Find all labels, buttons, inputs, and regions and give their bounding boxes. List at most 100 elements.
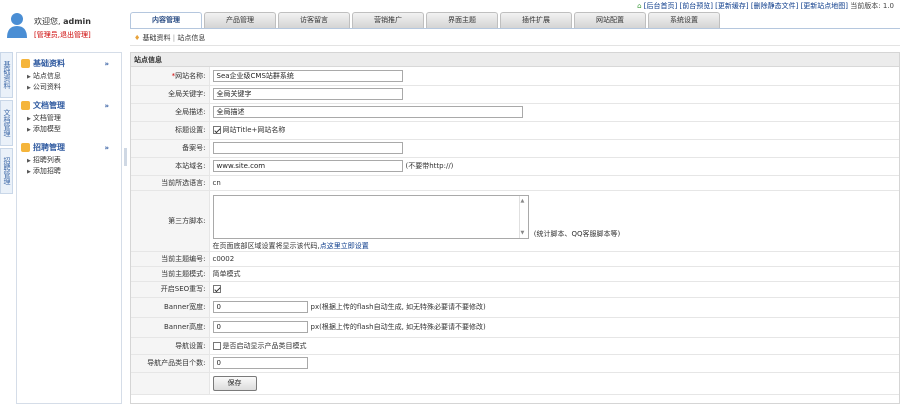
third-party-note-text: 在页面底部区域设置将显示该代码, (212, 241, 320, 250)
form-row-template-code: 当前主题编号: c0002 (131, 251, 899, 267)
form-label: 当前主题编号: (131, 251, 210, 267)
sidebar-item-label: 文档管理 (32, 114, 61, 122)
vtab-documents[interactable]: 文档管理 (0, 100, 13, 146)
clear-files-link[interactable]: [删除静态文件] (751, 2, 798, 10)
tab-system-settings[interactable]: 系统设置 (648, 12, 720, 28)
keywords-input[interactable]: 全局关键字 (212, 88, 403, 100)
user-panel: 欢迎您, admin [管理员,退出管理] (0, 6, 128, 46)
form-value: Sea企业级CMS站群系统 (209, 67, 899, 86)
save-button[interactable]: 保存 (212, 375, 257, 391)
sidebar-item-job-list[interactable]: ▶ 招聘列表 (17, 155, 121, 166)
collapse-icon[interactable]: » (104, 99, 109, 113)
form-row-nav-setting: 导航设置: 是否启动显示产品类目模式 (131, 337, 899, 355)
bullet-icon: ▶ (27, 85, 31, 91)
sidebar-group-header[interactable]: 招聘管理 » (17, 141, 121, 155)
sidebar-item-add-model[interactable]: ▶ 添加模型 (17, 124, 121, 135)
sidebar-splitter[interactable] (124, 148, 127, 166)
form-actions: 保存 (209, 372, 899, 395)
icp-input[interactable] (212, 142, 403, 154)
bullet-icon: ▶ (27, 127, 31, 133)
sidebar: 基础资料 » ▶ 站点信息 ▶ 公司资料 文档管理 » ▶ 文档管理 ▶ 添加模型 招聘… (16, 52, 122, 404)
form-label: 第三方脚本: (131, 190, 210, 252)
tab-marketing[interactable]: 营销推广 (352, 12, 424, 28)
seo-rewrite-checkbox[interactable] (212, 285, 221, 293)
tab-site-config[interactable]: 网站配置 (574, 12, 646, 28)
tab-plugins[interactable]: 插件扩展 (500, 12, 572, 28)
third-party-hint: (统计脚本、QQ客服脚本等) (533, 229, 621, 238)
vtab-basic-info[interactable]: 基础资料 (0, 52, 13, 98)
sidebar-group-title: 招聘管理 (33, 143, 65, 152)
sidebar-group-header[interactable]: 文档管理 » (17, 99, 121, 113)
domain-hint: (不要带http://) (405, 162, 454, 170)
banner-width-hint: px(根据上传的flash自动生成, 如无特殊必要请不要修改) (310, 303, 486, 311)
domain-input[interactable]: www.site.com (212, 160, 403, 172)
tab-products[interactable]: 产品管理 (204, 12, 276, 28)
form-row-third-party: 第三方脚本: ▲ ▼ (统计脚本、QQ客服脚本等) 在页面底部区域设置将显示该代… (131, 190, 899, 252)
site-name-input[interactable]: Sea企业级CMS站群系统 (212, 69, 403, 82)
vtab-recruitment[interactable]: 招聘管理 (0, 148, 13, 194)
sidebar-item-label: 公司资料 (32, 83, 61, 91)
form-label: 导航产品类目个数: (131, 354, 210, 373)
form-label: 导航设置: (131, 337, 210, 355)
scroll-up-icon[interactable]: ▲ (521, 198, 525, 204)
textarea-scrollbar[interactable]: ▲ ▼ (518, 195, 528, 238)
form-value: 是否启动显示产品类目模式 (209, 337, 899, 355)
form-label: 标题设置: (131, 121, 210, 140)
folder-icon (21, 143, 30, 152)
role-logout-links[interactable]: [管理员,退出管理] (34, 31, 91, 39)
home-icon: ⌂ (637, 2, 642, 10)
form-value: ▲ ▼ (统计脚本、QQ客服脚本等) 在页面底部区域设置将显示该代码,点这里立即… (209, 190, 899, 252)
sidebar-group-header[interactable]: 基础资料 » (17, 57, 121, 71)
update-sitemap-link[interactable]: [更新站点地图] (801, 2, 848, 10)
form-label: 本站域名: (131, 157, 210, 176)
banner-height-input[interactable]: 0 (212, 321, 308, 333)
nav-setting-checkbox[interactable] (212, 341, 221, 350)
subnav-basic-info[interactable]: 基础资料 (143, 34, 171, 42)
form-label: 当前主题模式: (131, 266, 210, 282)
form-row-actions: 保存 (131, 372, 899, 395)
subnav-site-info[interactable]: 站点信息 (177, 34, 205, 42)
form-value (209, 139, 899, 158)
banner-width-input[interactable]: 0 (212, 301, 308, 313)
title-setting-option: 网站Title+网站名称 (222, 126, 286, 134)
collapse-icon[interactable]: » (104, 141, 109, 155)
form-row-keywords: 全局关键字: 全局关键字 (131, 85, 899, 104)
site-preview-link[interactable]: [前台预览] (679, 2, 712, 10)
update-cache-link[interactable]: [更新缓存] (715, 2, 748, 10)
form-row-seo: 开启SEO重写: (131, 281, 899, 298)
tab-guestbook[interactable]: 访客留言 (278, 12, 350, 28)
nav-setting-option: 是否启动显示产品类目模式 (222, 341, 307, 350)
third-party-script-textarea[interactable]: ▲ ▼ (212, 194, 529, 239)
sidebar-item-site-info[interactable]: ▶ 站点信息 (17, 71, 121, 82)
sidebar-group-basic: 基础资料 » ▶ 站点信息 ▶ 公司资料 (17, 53, 121, 95)
nav-count-input[interactable]: 0 (212, 357, 308, 369)
form-label: 全局描述: (131, 103, 210, 122)
breadcrumb: ♦ 基础资料 | 站点信息 (134, 33, 205, 43)
form-value: 网站Title+网站名称 (209, 121, 899, 140)
sidebar-item-add-job[interactable]: ▶ 添加招聘 (17, 166, 121, 177)
tab-content[interactable]: 内容管理 (130, 12, 202, 28)
template-code-value: c0002 (209, 251, 899, 267)
sidebar-item-company-info[interactable]: ▶ 公司资料 (17, 82, 121, 93)
form-label: Banner宽度: (131, 297, 210, 318)
tab-themes[interactable]: 界面主题 (426, 12, 498, 28)
form-label: 全局关键字: (131, 85, 210, 104)
sidebar-item-label: 招聘列表 (32, 156, 61, 164)
site-info-panel: 站点信息 *网站名称: Sea企业级CMS站群系统 全局关键字: 全局关键字 全… (130, 52, 900, 404)
user-links[interactable]: [管理员,退出管理] (34, 30, 91, 40)
title-setting-checkbox[interactable] (212, 126, 221, 134)
bullet-icon: ▶ (27, 158, 31, 164)
scroll-down-icon[interactable]: ▼ (521, 230, 525, 236)
admin-home-link[interactable]: [后台首页] (644, 2, 677, 10)
sidebar-group-title: 基础资料 (33, 59, 65, 68)
form-row-template-mode: 当前主题模式: 简单模式 (131, 266, 899, 282)
form-row-description: 全局描述: 全局描述 (131, 103, 899, 122)
collapse-icon[interactable]: » (104, 57, 109, 71)
site-name-label: 网站名称: (175, 71, 206, 80)
form-row-site-name: *网站名称: Sea企业级CMS站群系统 (131, 67, 899, 86)
language-value: cn (209, 175, 899, 191)
setup-link[interactable]: 点这里立即设置 (320, 242, 369, 250)
sidebar-item-document-manage[interactable]: ▶ 文档管理 (17, 113, 121, 124)
description-input[interactable]: 全局描述 (212, 106, 523, 118)
panel-title: 站点信息 (131, 53, 899, 67)
